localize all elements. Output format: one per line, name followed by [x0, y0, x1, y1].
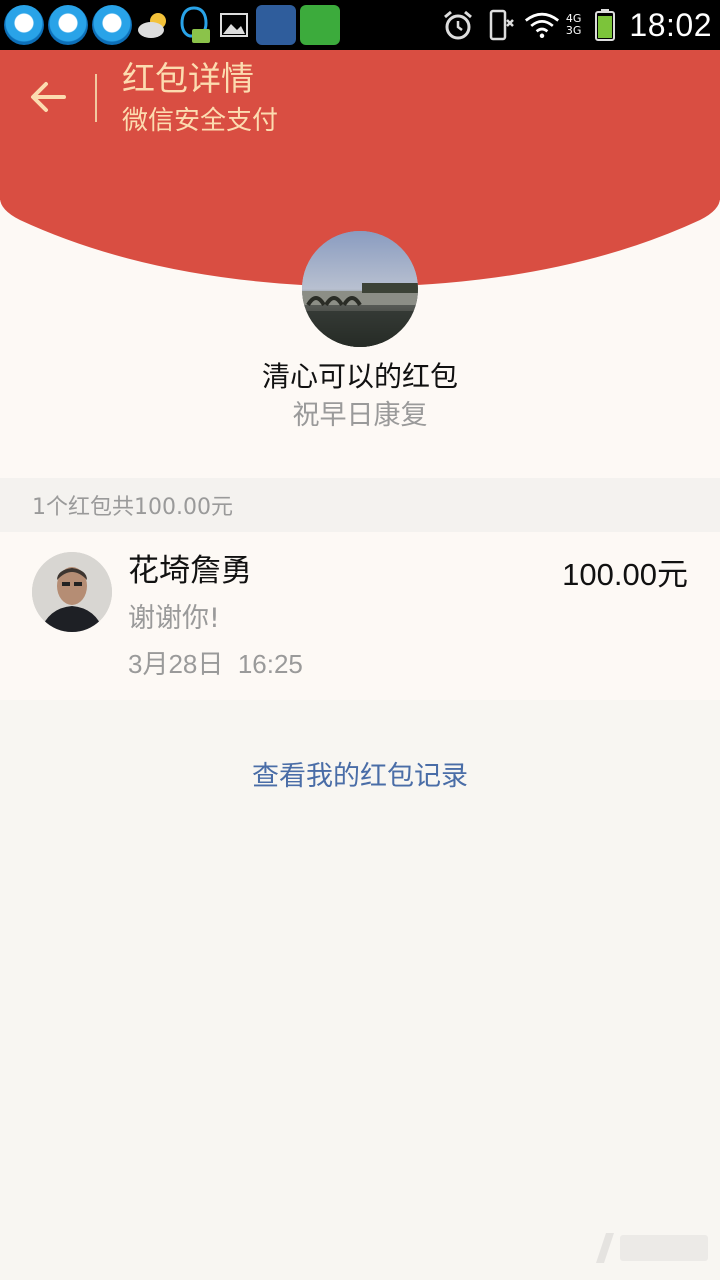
- receiver-message: 谢谢你!: [128, 603, 220, 634]
- network-type-bottom: 3G: [565, 24, 582, 37]
- signal-icon: 4G 3G: [566, 13, 582, 37]
- header-divider: [95, 74, 97, 122]
- alarm-icon: [440, 7, 476, 43]
- receiver-avatar[interactable]: [32, 552, 112, 632]
- gallery-icon: [216, 7, 252, 43]
- view-records-link[interactable]: 查看我的红包记录: [0, 758, 720, 796]
- qq-icon: [92, 5, 132, 45]
- watermark-logo: [592, 1227, 712, 1276]
- news-app-icon: [256, 5, 296, 45]
- summary-text: 1个红包共100.00元: [32, 495, 233, 520]
- status-bar: 4G 3G 18:02: [0, 0, 720, 50]
- qq-icon: [48, 5, 88, 45]
- receiver-time: 3月28日 16:25: [128, 649, 303, 679]
- weather-icon: [136, 7, 172, 43]
- battery-icon: [587, 7, 623, 43]
- qq-icon: [4, 5, 44, 45]
- qq-message-icon: [176, 6, 212, 43]
- arrow-left-icon: [31, 82, 66, 112]
- receiver-amount: 100.00元: [562, 557, 688, 592]
- chat-app-icon: [300, 5, 340, 45]
- page-subtitle: 微信安全支付: [122, 106, 279, 136]
- receiver-name: 花埼詹勇: [128, 553, 252, 589]
- page-title: 红包详情: [122, 59, 254, 98]
- clock: 18:02: [629, 6, 712, 43]
- sender-avatar[interactable]: [302, 231, 418, 347]
- sender-name: 清心可以的红包: [261, 360, 458, 393]
- sender-wish: 祝早日康复: [292, 400, 428, 431]
- silent-icon: [482, 7, 518, 43]
- wifi-icon: [524, 7, 560, 43]
- back-button[interactable]: [26, 72, 70, 122]
